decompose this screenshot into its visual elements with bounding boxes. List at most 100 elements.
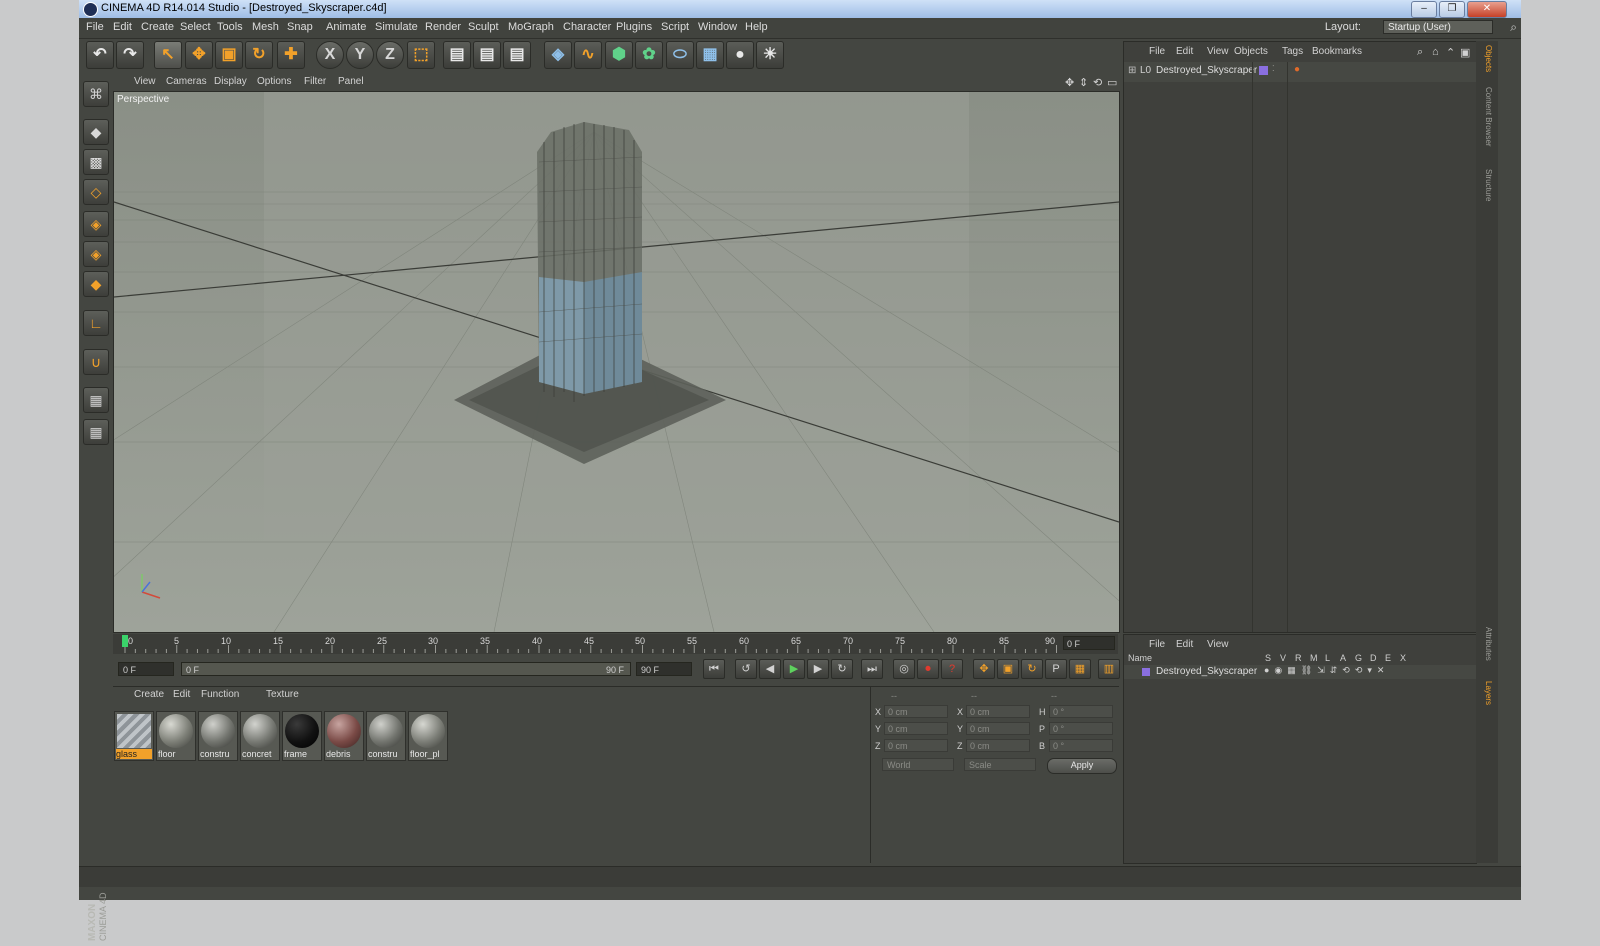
x-axis-lock-icon[interactable]: X xyxy=(316,41,344,69)
menu-select[interactable]: Select xyxy=(180,21,211,33)
menu-animate[interactable]: Animate xyxy=(326,21,366,33)
home-icon[interactable]: ⌂ xyxy=(1432,46,1439,58)
menu-edit[interactable]: Edit xyxy=(113,21,132,33)
material-swatch-floor-plate[interactable]: floor_pl xyxy=(408,711,448,761)
menu-window[interactable]: Window xyxy=(698,21,737,33)
search-icon[interactable]: ⌕ xyxy=(1417,46,1423,59)
search-icon[interactable]: ⌕ xyxy=(1510,20,1517,35)
menu-help[interactable]: Help xyxy=(745,21,768,33)
expand-icon[interactable]: ⊞ xyxy=(1128,65,1136,76)
size-y-field[interactable]: 0 cm xyxy=(966,722,1030,735)
tab-content-browser[interactable]: Content Browser xyxy=(1479,87,1493,147)
rot-h-field[interactable]: 0 ° xyxy=(1049,705,1113,718)
viewport-menu-options[interactable]: Options xyxy=(257,76,291,87)
material-swatch-floor[interactable]: floor xyxy=(156,711,196,761)
cloner-icon[interactable]: ✿ xyxy=(635,41,663,69)
previous-frame-icon[interactable]: ◀ xyxy=(759,659,781,679)
rot-b-field[interactable]: 0 ° xyxy=(1049,739,1113,752)
make-editable-icon[interactable]: ⌘ xyxy=(83,81,109,107)
material-menu-function[interactable]: Function xyxy=(201,689,239,700)
material-swatch-concrete[interactable]: concret xyxy=(240,711,280,761)
timeline-window-icon[interactable]: ▥ xyxy=(1098,659,1120,679)
current-frame-field[interactable]: 0 F xyxy=(1063,636,1115,650)
lm-menu-file[interactable]: File xyxy=(1149,639,1165,650)
key-rotation-icon[interactable]: ↻ xyxy=(1021,659,1043,679)
lm-menu-edit[interactable]: Edit xyxy=(1176,639,1193,650)
restore-button[interactable]: ❐ xyxy=(1439,1,1465,18)
render-settings-icon[interactable]: ▤ xyxy=(503,41,531,69)
column-header-r[interactable]: R xyxy=(1295,653,1302,663)
object-name[interactable]: Destroyed_Skyscraper xyxy=(1156,65,1257,76)
deformer-icon[interactable]: ⬭ xyxy=(666,41,694,69)
column-header-s[interactable]: S xyxy=(1265,653,1271,663)
menu-sculpt[interactable]: Sculpt xyxy=(468,21,499,33)
menu-file[interactable]: File xyxy=(86,21,104,33)
axis-mode-icon[interactable]: ∟ xyxy=(83,310,109,336)
tab-attributes[interactable]: Attributes xyxy=(1479,627,1493,661)
pos-x-field[interactable]: 0 cm xyxy=(884,705,948,718)
viewport-rotate-icon[interactable]: ⟲ xyxy=(1093,76,1102,89)
viewport-menu-display[interactable]: Display xyxy=(214,76,247,87)
menu-simulate[interactable]: Simulate xyxy=(375,21,418,33)
column-header-v[interactable]: V xyxy=(1280,653,1286,663)
material-tag-icon[interactable]: ● xyxy=(1294,64,1300,75)
light-icon[interactable]: ☀ xyxy=(756,41,784,69)
column-header-d[interactable]: D xyxy=(1370,653,1377,663)
menu-render[interactable]: Render xyxy=(425,21,461,33)
column-header-x[interactable]: X xyxy=(1400,653,1406,663)
menu-mesh[interactable]: Mesh xyxy=(252,21,279,33)
material-swatch-frame[interactable]: frame xyxy=(282,711,322,761)
pos-z-field[interactable]: 0 cm xyxy=(884,739,948,752)
om-menu-objects[interactable]: Objects xyxy=(1234,46,1268,57)
key-parameter-icon[interactable]: P xyxy=(1045,659,1067,679)
material-swatch-glass[interactable]: glass xyxy=(114,711,154,761)
lm-menu-view[interactable]: View xyxy=(1207,639,1229,650)
viewport-maximize-icon[interactable]: ▭ xyxy=(1107,76,1117,89)
key-position-icon[interactable]: ✥ xyxy=(973,659,995,679)
rot-p-field[interactable]: 0 ° xyxy=(1049,722,1113,735)
go-to-start-icon[interactable]: ⏮ xyxy=(703,659,725,679)
timeline-ruler[interactable]: 0 5 10 15 20 25 30 35 40 45 50 55 60 65 … xyxy=(113,634,1118,654)
apply-button[interactable]: Apply xyxy=(1047,758,1117,774)
y-axis-lock-icon[interactable]: Y xyxy=(346,41,374,69)
material-menu-edit[interactable]: Edit xyxy=(173,689,190,700)
size-x-field[interactable]: 0 cm xyxy=(966,705,1030,718)
play-forward-icon[interactable]: ▶ xyxy=(783,659,805,679)
render-picture-viewer-icon[interactable]: ▤ xyxy=(473,41,501,69)
next-key-icon[interactable]: ↻ xyxy=(831,659,853,679)
column-header-m[interactable]: M xyxy=(1310,653,1318,663)
scale-size-dropdown[interactable]: Scale xyxy=(964,758,1036,771)
menu-mograph[interactable]: MoGraph xyxy=(508,21,554,33)
end-frame-field[interactable]: 90 F xyxy=(636,662,692,676)
material-swatch-construction-2[interactable]: constru xyxy=(366,711,406,761)
render-view-icon[interactable]: ▤ xyxy=(443,41,471,69)
z-axis-lock-icon[interactable]: Z xyxy=(376,41,404,69)
close-button[interactable]: ✕ xyxy=(1467,1,1507,18)
column-header-g[interactable]: G xyxy=(1355,653,1362,663)
om-menu-edit[interactable]: Edit xyxy=(1176,46,1193,57)
om-menu-file[interactable]: File xyxy=(1149,46,1165,57)
workplane-lock-icon[interactable]: ▦ xyxy=(83,387,109,413)
viewport-menu-panel[interactable]: Panel xyxy=(338,76,364,87)
move-tool-icon[interactable]: ✥ xyxy=(185,41,213,69)
om-menu-bookmarks[interactable]: Bookmarks xyxy=(1312,46,1362,57)
menu-create[interactable]: Create xyxy=(141,21,174,33)
world-object-dropdown[interactable]: World xyxy=(882,758,954,771)
viewport-dolly-icon[interactable]: ⇕ xyxy=(1079,76,1088,89)
menu-plugins[interactable]: Plugins xyxy=(616,21,652,33)
subdivision-surface-icon[interactable]: ⬢ xyxy=(605,41,633,69)
texture-mode-icon[interactable]: ▩ xyxy=(83,149,109,175)
cube-primitive-icon[interactable]: ◈ xyxy=(544,41,572,69)
points-mode-icon[interactable]: ◈ xyxy=(83,211,109,237)
menu-tools[interactable]: Tools xyxy=(217,21,243,33)
scale-tool-icon[interactable]: ▣ xyxy=(215,41,243,69)
grid-snap-icon[interactable]: ▦ xyxy=(83,419,109,445)
floor-environment-icon[interactable]: ▦ xyxy=(696,41,724,69)
layer-row[interactable]: Destroyed_Skyscraper ●◉▦⛓⇲⇵⟲⟲▾✕ xyxy=(1124,665,1476,679)
layer-flag-icons[interactable]: ●◉▦⛓⇲⇵⟲⟲▾✕ xyxy=(1264,665,1389,676)
material-swatch-debris[interactable]: debris xyxy=(324,711,364,761)
viewport-pan-icon[interactable]: ✥ xyxy=(1065,76,1074,89)
pos-y-field[interactable]: 0 cm xyxy=(884,722,948,735)
key-scale-icon[interactable]: ▣ xyxy=(997,659,1019,679)
coordinate-system-icon[interactable]: ⬚ xyxy=(407,41,435,69)
